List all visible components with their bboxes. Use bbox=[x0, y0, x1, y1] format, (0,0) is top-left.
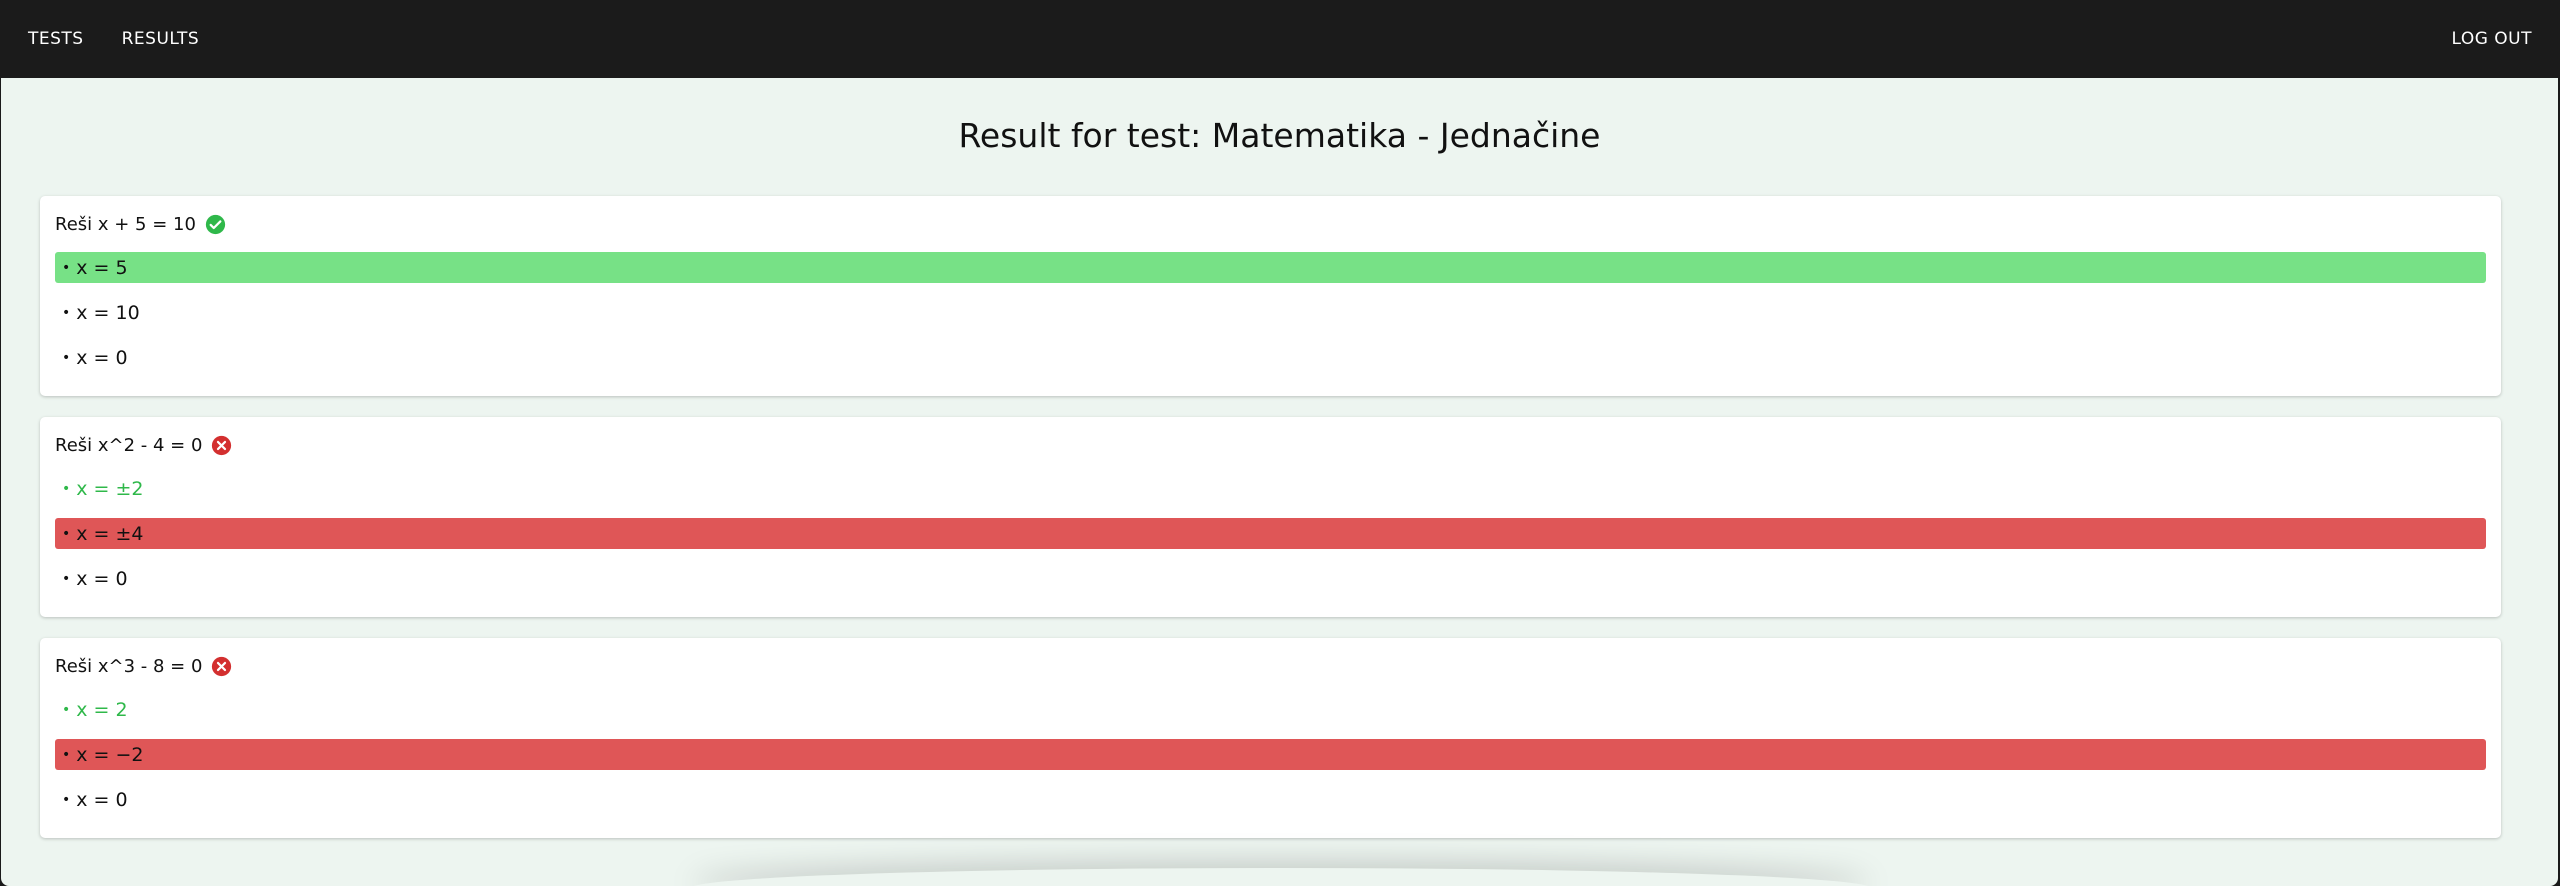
answer-text: x = 10 bbox=[76, 301, 140, 324]
nav-tests-link[interactable]: TESTS bbox=[28, 29, 84, 49]
answer-option: • x = 0 bbox=[55, 342, 2486, 373]
answer-option: • x = 5 bbox=[55, 252, 2486, 283]
answer-text: x = ±2 bbox=[76, 477, 144, 500]
bullet-icon: • bbox=[62, 570, 71, 587]
bullet-icon: • bbox=[62, 525, 71, 542]
question-text: Reši x + 5 = 10 bbox=[55, 213, 196, 235]
answer-option: • x = 2 bbox=[55, 694, 2486, 725]
question-card: Reši x^2 - 4 = 0 • x = ±2 • x = ±4 • x =… bbox=[40, 417, 2501, 617]
bullet-icon: • bbox=[62, 259, 71, 276]
question-header: Reši x^3 - 8 = 0 bbox=[55, 638, 2486, 694]
check-circle-icon bbox=[205, 214, 226, 235]
answer-text: x = 2 bbox=[76, 698, 128, 721]
bullet-icon: • bbox=[62, 480, 71, 497]
question-header: Reši x + 5 = 10 bbox=[55, 196, 2486, 252]
answer-text: x = 0 bbox=[76, 788, 128, 811]
question-text: Reši x^3 - 8 = 0 bbox=[55, 655, 203, 677]
x-circle-icon bbox=[211, 435, 232, 456]
bottom-shadow-decoration bbox=[691, 868, 1871, 886]
logout-link[interactable]: LOG OUT bbox=[2451, 29, 2532, 49]
bullet-icon: • bbox=[62, 791, 71, 808]
nav-links: TESTS RESULTS bbox=[28, 29, 199, 49]
answer-text: x = 5 bbox=[76, 256, 128, 279]
answer-option: • x = 10 bbox=[55, 297, 2486, 328]
nav-results-link[interactable]: RESULTS bbox=[122, 29, 200, 49]
answer-text: x = ±4 bbox=[76, 522, 144, 545]
question-card: Reši x + 5 = 10 • x = 5 • x = 10 • x = 0 bbox=[40, 196, 2501, 396]
bullet-icon: • bbox=[62, 701, 71, 718]
question-card: Reši x^3 - 8 = 0 • x = 2 • x = −2 • x = … bbox=[40, 638, 2501, 838]
bullet-icon: • bbox=[62, 349, 71, 366]
x-circle-icon bbox=[211, 656, 232, 677]
bullet-icon: • bbox=[62, 746, 71, 763]
answer-text: x = −2 bbox=[76, 743, 144, 766]
answer-option: • x = −2 bbox=[55, 739, 2486, 770]
page-title: Result for test: Matematika - Jednačine bbox=[958, 116, 1601, 155]
answer-option: • x = 0 bbox=[55, 784, 2486, 815]
answer-option: • x = ±2 bbox=[55, 473, 2486, 504]
answer-option: • x = ±4 bbox=[55, 518, 2486, 549]
question-text: Reši x^2 - 4 = 0 bbox=[55, 434, 203, 456]
answer-option: • x = 0 bbox=[55, 563, 2486, 594]
main-content: Result for test: Matematika - Jednačine … bbox=[1, 78, 2558, 886]
answer-text: x = 0 bbox=[76, 346, 128, 369]
top-navbar: TESTS RESULTS LOG OUT bbox=[0, 0, 2560, 78]
question-header: Reši x^2 - 4 = 0 bbox=[55, 417, 2486, 473]
bullet-icon: • bbox=[62, 304, 71, 321]
answer-text: x = 0 bbox=[76, 567, 128, 590]
